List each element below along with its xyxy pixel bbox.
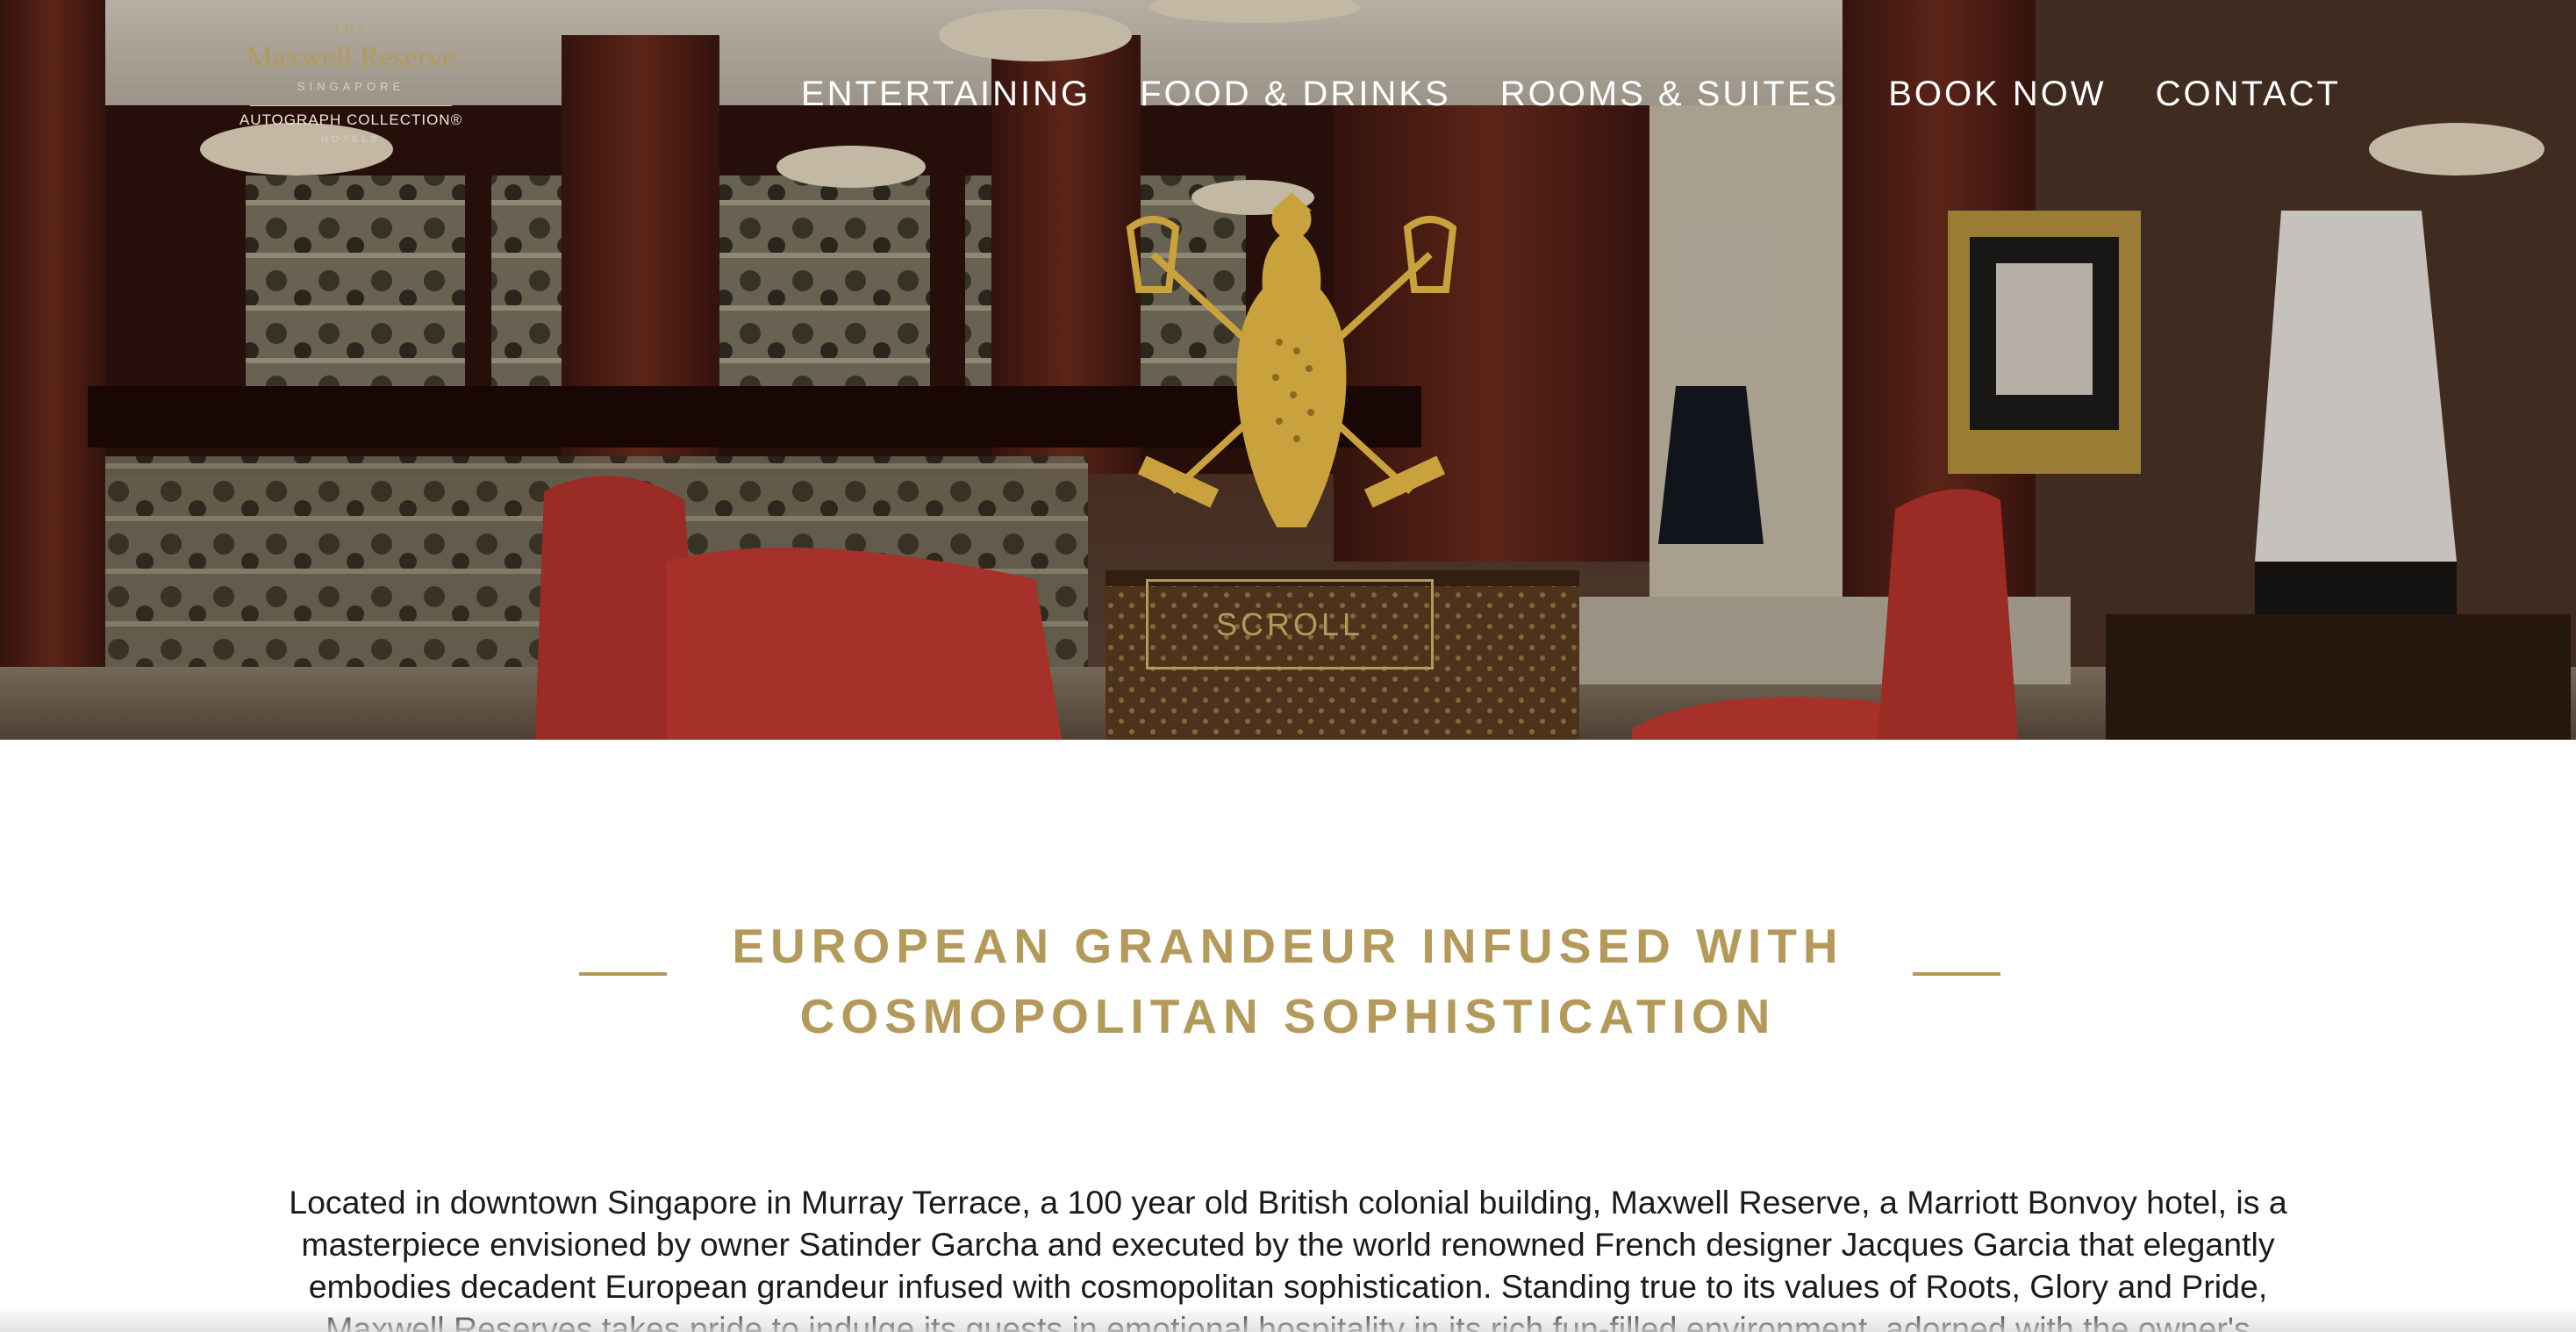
section-heading-block: EUROPEAN GRANDEUR INFUSED WITH COSMOPOLI… [0,904,2576,1044]
bottom-fade [0,1306,2576,1332]
logo-divider [250,105,452,106]
main-nav: ENTERTAINING FOOD & DRINKS ROOMS & SUITE… [776,72,2341,116]
nav-item-book-now[interactable]: BOOK NOW [1864,72,2130,116]
hero-banner: THE Maxwell Reserve SINGAPORE AUTOGRAPH … [0,0,2576,740]
hotel-logo[interactable]: THE Maxwell Reserve SINGAPORE AUTOGRAPH … [230,19,472,160]
logo-collection: AUTOGRAPH COLLECTION® [239,111,463,128]
nav-item-food-drinks[interactable]: FOOD & DRINKS [1115,72,1476,116]
section-heading: EUROPEAN GRANDEUR INFUSED WITH COSMOPOLI… [702,911,1874,1051]
heading-left-rule [579,972,667,976]
heading-right-rule [1913,972,2000,976]
logo-city: SINGAPORE [297,80,405,93]
nav-item-rooms-suites[interactable]: ROOMS & SUITES [1476,72,1864,116]
logo-name: Maxwell Reserve [246,41,456,74]
logo-hotels: HOTELS [320,134,381,145]
scroll-button[interactable]: SCROLL [1146,579,1434,670]
heading-line-2: COSMOPOLITAN SOPHISTICATION [799,989,1777,1043]
logo-the: THE [333,23,369,36]
heading-line-1: EUROPEAN GRANDEUR INFUSED WITH [732,919,1844,973]
nav-item-entertaining[interactable]: ENTERTAINING [776,72,1115,116]
falcon-crest-icon [1126,193,1457,527]
nav-item-contact[interactable]: CONTACT [2131,72,2341,116]
